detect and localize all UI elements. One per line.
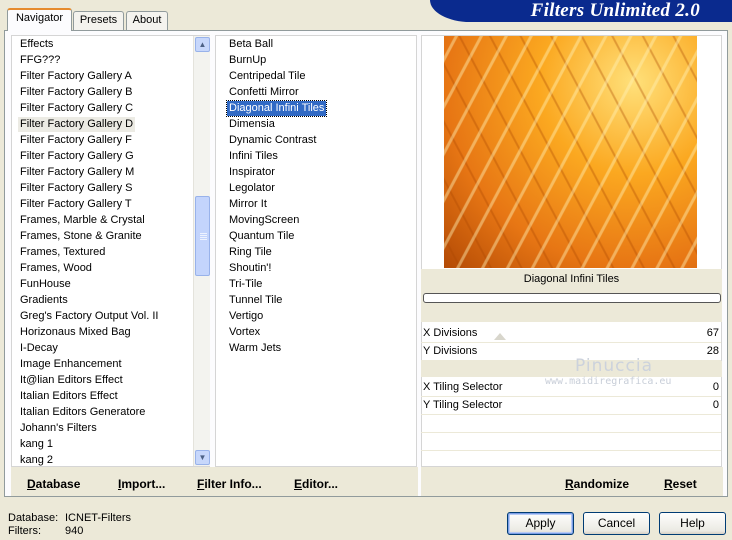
- filter-item[interactable]: Infini Tiles: [227, 149, 280, 164]
- param-value: 28: [706, 345, 719, 357]
- category-list[interactable]: Effects FFG??? Filter Factory Gallery A Fil…: [11, 35, 210, 467]
- filter-item[interactable]: Centripedal Tile: [227, 69, 307, 84]
- editor-button[interactable]: Editor...: [294, 475, 338, 493]
- category-item[interactable]: Filter Factory Gallery B: [18, 85, 134, 100]
- import-button[interactable]: Import...: [118, 475, 165, 493]
- category-item[interactable]: It@lian Editors Effect: [18, 373, 125, 388]
- filter-item[interactable]: Quantum Tile: [227, 229, 296, 244]
- progress-bar: [423, 293, 721, 303]
- filter-item[interactable]: Inspirator: [227, 165, 277, 180]
- randomize-button[interactable]: Randomize: [565, 475, 629, 493]
- param-label: X Tiling Selector: [423, 381, 503, 393]
- category-item[interactable]: Filter Factory Gallery M: [18, 165, 136, 180]
- filter-item[interactable]: Beta Ball: [227, 37, 275, 52]
- watermark-title: Pinuccia: [575, 356, 653, 376]
- param-label: X Divisions: [423, 327, 478, 339]
- param-value: 67: [706, 327, 719, 339]
- category-scrollbar[interactable]: ▲ ▼: [193, 36, 210, 466]
- tab-presets[interactable]: Presets: [73, 11, 124, 30]
- category-item[interactable]: Effects: [18, 37, 55, 52]
- category-item[interactable]: FFG???: [18, 53, 62, 68]
- category-item[interactable]: Frames, Marble & Crystal: [18, 213, 147, 228]
- category-item[interactable]: Frames, Textured: [18, 245, 107, 260]
- category-item[interactable]: Italian Editors Effect: [18, 389, 120, 404]
- category-item[interactable]: Filter Factory Gallery G: [18, 149, 136, 164]
- filter-item[interactable]: Tri-Tile: [227, 277, 264, 292]
- filter-item[interactable]: Shoutin'!: [227, 261, 273, 276]
- filter-item[interactable]: Confetti Mirror: [227, 85, 301, 100]
- filter-item[interactable]: Vortex: [227, 325, 262, 340]
- param-value: 0: [712, 399, 719, 411]
- help-button[interactable]: Help: [659, 512, 726, 535]
- category-item[interactable]: Filter Factory Gallery C: [18, 101, 135, 116]
- watermark-url: www.maidiregrafica.eu: [545, 376, 672, 387]
- apply-button[interactable]: Apply: [507, 512, 574, 535]
- filter-item[interactable]: Mirror It: [227, 197, 269, 212]
- cancel-button[interactable]: Cancel: [583, 512, 650, 535]
- filter-item[interactable]: Legolator: [227, 181, 277, 196]
- category-item[interactable]: Johann's Filters: [18, 421, 99, 436]
- status-database-label: Database:: [8, 512, 59, 524]
- tab-navigator[interactable]: Navigator: [7, 8, 72, 31]
- filter-item[interactable]: MovingScreen: [227, 213, 301, 228]
- scroll-up-button[interactable]: ▲: [195, 37, 210, 52]
- filter-item[interactable]: Warm Jets: [227, 341, 283, 356]
- category-item[interactable]: Filter Factory Gallery F: [18, 133, 134, 148]
- param-slider-row[interactable]: Y Tiling Selector 0: [421, 396, 721, 414]
- reset-button[interactable]: Reset: [664, 475, 697, 493]
- category-item[interactable]: FunHouse: [18, 277, 73, 292]
- filter-item[interactable]: Dimensia: [227, 117, 277, 132]
- app-title: Filters Unlimited 2.0: [430, 0, 732, 22]
- filter-item[interactable]: Diagonal Infini Tiles: [225, 100, 328, 117]
- param-label: Y Divisions: [423, 345, 478, 357]
- preview-filter-name: Diagonal Infini Tiles: [523, 273, 620, 285]
- param-value: 0: [712, 381, 719, 393]
- category-item[interactable]: I-Decay: [18, 341, 60, 356]
- category-item[interactable]: kang 1: [18, 437, 55, 452]
- filter-item[interactable]: Ring Tile: [227, 245, 274, 260]
- category-item[interactable]: Filter Factory Gallery T: [18, 197, 134, 212]
- scroll-thumb[interactable]: [195, 196, 210, 276]
- filter-item[interactable]: Dynamic Contrast: [227, 133, 318, 148]
- category-item[interactable]: kang 2: [18, 453, 55, 468]
- preview-image: [444, 36, 697, 268]
- category-item[interactable]: Horizonaus Mixed Bag: [18, 325, 133, 340]
- param-slider-row[interactable]: X Divisions 67: [421, 324, 721, 342]
- status-filters-value: 940: [65, 525, 84, 537]
- category-item[interactable]: Filter Factory Gallery S: [18, 181, 134, 196]
- filter-list[interactable]: Beta Ball BurnUp Centripedal Tile Confetti …: [215, 35, 417, 467]
- filter-info-button[interactable]: Filter Info...: [197, 475, 262, 493]
- category-item[interactable]: Image Enhancement: [18, 357, 124, 372]
- param-slider-row[interactable]: Y Divisions 28: [421, 342, 721, 360]
- database-button[interactable]: Database: [27, 475, 80, 493]
- category-item[interactable]: Italian Editors Generatore: [18, 405, 147, 420]
- filter-item[interactable]: BurnUp: [227, 53, 268, 68]
- category-item[interactable]: Filter Factory Gallery A: [18, 69, 134, 84]
- category-item[interactable]: Frames, Wood: [18, 261, 94, 276]
- slider-marker-icon: [494, 333, 506, 340]
- filter-item[interactable]: Vertigo: [227, 309, 265, 324]
- category-item[interactable]: Gradients: [18, 293, 70, 308]
- scroll-down-button[interactable]: ▼: [195, 450, 210, 465]
- category-item[interactable]: Greg's Factory Output Vol. II: [18, 309, 160, 324]
- filter-item[interactable]: Tunnel Tile: [227, 293, 284, 308]
- category-item[interactable]: Frames, Stone & Granite: [18, 229, 144, 244]
- category-item[interactable]: Filter Factory Gallery D: [18, 117, 136, 132]
- status-database-value: ICNET-Filters: [65, 512, 131, 524]
- status-filters-label: Filters:: [8, 525, 41, 537]
- tab-about[interactable]: About: [126, 11, 168, 30]
- param-label: Y Tiling Selector: [423, 399, 503, 411]
